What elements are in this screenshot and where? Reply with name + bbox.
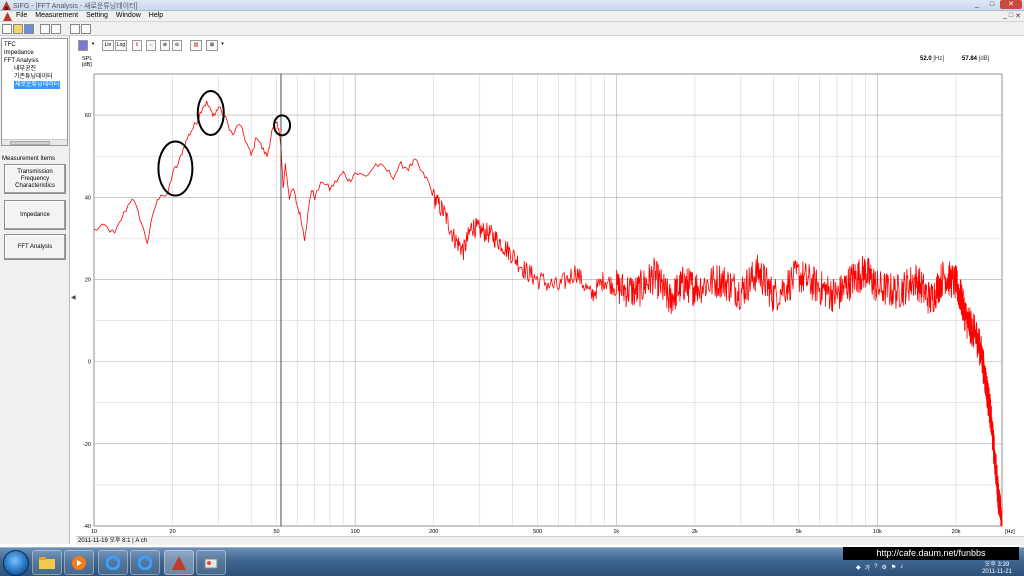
menu-measurement[interactable]: Measurement <box>35 12 78 19</box>
menu-bar: File Measurement Setting Window Help _ □… <box>0 11 1024 22</box>
x-tick-label: 50 <box>273 529 279 535</box>
x-tick-label: 500 <box>533 529 542 535</box>
y-tick-label: -20 <box>83 442 91 448</box>
print-preview-icon[interactable] <box>40 24 50 34</box>
settings-icon[interactable] <box>81 24 91 34</box>
minimize-button[interactable]: _ <box>970 0 984 9</box>
open-folder-icon[interactable] <box>13 24 23 34</box>
main-toolbar <box>0 22 1024 36</box>
measurement-tree[interactable]: TFC Impedance FFT Analysis 내부공진 기존튜닝데이터 … <box>1 38 68 146</box>
measurement-items-header: Measurement Items <box>2 156 56 162</box>
tray-volume-icon[interactable]: ♪ <box>900 564 903 570</box>
mdi-minimize-button[interactable]: _ <box>1003 12 1007 20</box>
transmission-frequency-button[interactable]: Transmission Frequency Characteristics <box>4 164 66 194</box>
scrollbar-thumb[interactable] <box>10 141 50 145</box>
taskbar-clock[interactable]: 오후 3:39 2011-11-21 <box>972 562 1022 576</box>
tree-item-impedance[interactable]: Impedance <box>4 49 34 57</box>
new-file-icon[interactable] <box>2 24 12 34</box>
close-button[interactable]: ✕ <box>1000 0 1022 9</box>
y-tick-label: 0 <box>88 360 91 366</box>
menu-help[interactable]: Help <box>149 12 163 19</box>
y-tick-label: 60 <box>85 113 91 119</box>
tray-network-icon[interactable]: ◆ <box>856 564 861 571</box>
clock-date: 2011-11-21 <box>982 569 1012 575</box>
fft-analysis-button[interactable]: FFT Analysis <box>4 234 66 260</box>
taskbar-sifg-icon[interactable] <box>164 550 194 575</box>
menu-file[interactable]: File <box>16 12 27 19</box>
impedance-button[interactable]: Impedance <box>4 200 66 230</box>
mdi-close-button[interactable]: ✕ <box>1015 12 1021 20</box>
x-tick-label: 20 <box>170 529 176 535</box>
x-tick-label: 1k <box>613 529 619 535</box>
window-title: SIFG - [FFT Analysis - 새로운튜닝데이터] <box>13 3 138 10</box>
mdi-restore-button[interactable]: □ <box>1009 12 1013 20</box>
y-tick-label: 40 <box>85 195 91 201</box>
tray-flag-icon[interactable]: ⚑ <box>891 564 896 571</box>
taskbar-ie-icon-2[interactable] <box>130 550 160 575</box>
x-axis-unit: [Hz] <box>1005 529 1015 535</box>
x-tick-label: 10 <box>91 529 97 535</box>
start-button[interactable] <box>3 550 29 576</box>
tree-horizontal-scrollbar[interactable] <box>2 139 67 145</box>
tray-settings-icon[interactable]: ⚙ <box>882 564 887 571</box>
plot-area <box>93 73 1003 527</box>
splitter-collapse-icon[interactable]: ◀ <box>71 294 76 301</box>
document-icon <box>3 12 12 21</box>
x-tick-label: 200 <box>429 529 438 535</box>
watermark-url: http://cafe.daum.net/funbbs <box>843 547 1019 560</box>
x-tick-label: 10k <box>873 529 882 535</box>
window-titlebar[interactable]: SIFG - [FFT Analysis - 새로운튜닝데이터] _ □ ✕ <box>0 0 1024 11</box>
clock-time: 오후 3:39 <box>984 562 1010 568</box>
tray-ime-indicator[interactable]: 가 <box>865 563 871 572</box>
fft-chart[interactable]: -40 -20 0 20 40 60 10 20 50 100 200 500 1k 2k 5k 10k 20k… <box>76 36 1024 536</box>
tree-item-new-tuning[interactable]: 새로운튜닝데이터 <box>14 81 61 89</box>
y-axis-unit: [dB] <box>82 62 92 68</box>
y-tick-label: -40 <box>83 524 91 530</box>
tree-item-old-tuning[interactable]: 기존튜닝데이터 <box>14 73 53 81</box>
save-icon[interactable] <box>24 24 34 34</box>
maximize-button[interactable]: □ <box>985 0 999 9</box>
taskbar-media-player-icon[interactable] <box>64 550 94 575</box>
tree-item-internal-resonance[interactable]: 내부공진 <box>14 65 36 73</box>
x-tick-label: 5k <box>796 529 802 535</box>
app-logo-icon <box>2 1 11 10</box>
tray-help-icon[interactable]: ? <box>874 564 877 570</box>
system-tray: ◆ 가 ? ⚙ ⚑ ♪ <box>856 560 903 574</box>
tree-item-tfc[interactable]: TFC <box>4 41 16 49</box>
print-icon[interactable] <box>51 24 61 34</box>
tool-icon[interactable] <box>70 24 80 34</box>
y-tick-label: 20 <box>85 277 91 283</box>
status-bar: 2011-11-19 오후 8:1 | A ch <box>76 536 1024 545</box>
menu-window[interactable]: Window <box>116 12 141 19</box>
taskbar-paint-icon[interactable] <box>196 550 226 575</box>
x-tick-label: 20k <box>952 529 961 535</box>
taskbar-explorer-icon[interactable] <box>32 550 62 575</box>
tree-item-fft-analysis[interactable]: FFT Analysis <box>4 57 39 65</box>
left-panel: TFC Impedance FFT Analysis 내부공진 기존튜닝데이터 … <box>0 36 70 544</box>
x-tick-label: 100 <box>351 529 360 535</box>
x-tick-label: 2k <box>692 529 698 535</box>
taskbar-ie-icon[interactable] <box>98 550 128 575</box>
menu-setting[interactable]: Setting <box>86 12 108 19</box>
